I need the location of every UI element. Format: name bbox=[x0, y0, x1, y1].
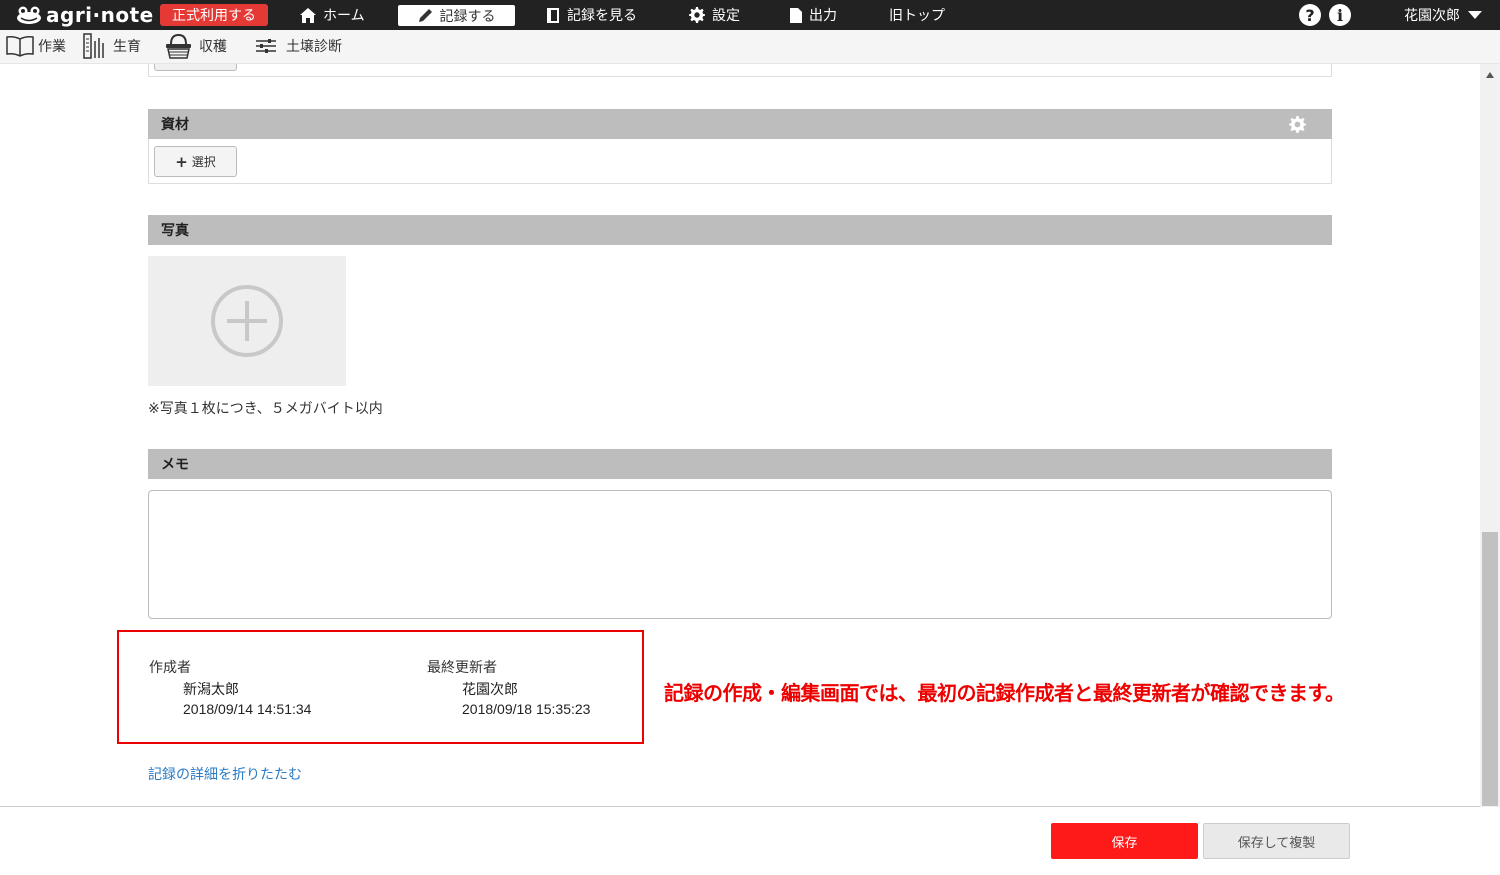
photo-section-header: 写真 bbox=[148, 215, 1332, 245]
nav-settings[interactable]: 設定 bbox=[689, 0, 740, 30]
nav-old-top-label: 旧トップ bbox=[889, 8, 945, 24]
nav-home[interactable]: ホーム bbox=[300, 0, 365, 30]
collapse-details-link[interactable]: 記録の詳細を折りたたむ bbox=[148, 764, 302, 784]
save-button[interactable]: 保存 bbox=[1051, 823, 1198, 859]
annotation-text: 記録の作成・編集画面では、最初の記録作成者と最終更新者が確認できます。 bbox=[664, 681, 1345, 705]
updater-label: 最終更新者 bbox=[427, 660, 497, 676]
gear-icon[interactable] bbox=[1289, 116, 1306, 133]
memo-textarea[interactable] bbox=[148, 490, 1332, 619]
subnav-growth-label: 生育 bbox=[113, 39, 141, 55]
previous-section-button[interactable] bbox=[154, 64, 237, 71]
materials-select-button[interactable]: + 選択 bbox=[154, 146, 237, 177]
home-icon bbox=[300, 7, 316, 23]
user-name: 花園次郎 bbox=[1404, 8, 1460, 24]
materials-section-header: 資材 bbox=[148, 109, 1332, 139]
plus-icon: + bbox=[175, 152, 188, 171]
basket-icon bbox=[166, 33, 191, 59]
creator-name: 新潟太郎 bbox=[183, 681, 239, 697]
nav-old-top[interactable]: 旧トップ bbox=[889, 0, 945, 30]
scroll-up-arrow-icon[interactable] bbox=[1486, 72, 1494, 78]
memo-title: メモ bbox=[161, 457, 189, 473]
pencil-icon bbox=[418, 9, 432, 22]
scrollbar-thumb[interactable] bbox=[1482, 532, 1498, 806]
materials-section-body bbox=[148, 139, 1332, 184]
subnav-growth[interactable]: 生育 bbox=[83, 30, 141, 62]
sub-navbar: 作業 生育 収穫 土壌診断 bbox=[0, 30, 1500, 64]
open-book-icon bbox=[6, 36, 34, 57]
nav-record-label: 記録する bbox=[439, 8, 496, 25]
logo-text: agri·note bbox=[46, 3, 154, 27]
sliders-icon bbox=[256, 39, 276, 53]
growth-bars-icon bbox=[83, 33, 104, 59]
memo-section-header: メモ bbox=[148, 449, 1332, 479]
materials-title: 資材 bbox=[161, 117, 189, 133]
frog-logo-icon bbox=[17, 6, 41, 24]
subnav-work-label: 作業 bbox=[38, 39, 66, 55]
help-icon[interactable]: ? bbox=[1299, 4, 1321, 26]
nav-output-label: 出力 bbox=[809, 8, 837, 24]
updater-name: 花園次郎 bbox=[462, 681, 518, 697]
creator-label: 作成者 bbox=[149, 660, 191, 676]
add-photo-button[interactable] bbox=[148, 256, 346, 386]
nav-record[interactable]: 記録する bbox=[398, 5, 515, 26]
gear-icon bbox=[689, 7, 705, 23]
photo-size-note: ※写真１枚につき、５メガバイト以内 bbox=[148, 401, 383, 417]
subnav-harvest-label: 収穫 bbox=[199, 39, 227, 55]
official-use-button[interactable]: 正式利用する bbox=[160, 4, 268, 26]
file-icon bbox=[790, 7, 802, 23]
save-and-copy-button[interactable]: 保存して複製 bbox=[1203, 823, 1350, 859]
subnav-harvest[interactable]: 収穫 bbox=[166, 30, 227, 62]
subnav-soil-label: 土壌診断 bbox=[286, 39, 342, 55]
subnav-soil-diagnosis[interactable]: 土壌診断 bbox=[256, 30, 342, 62]
user-menu[interactable]: 花園次郎 bbox=[1404, 0, 1482, 30]
book-icon bbox=[547, 7, 559, 23]
nav-settings-label: 設定 bbox=[712, 8, 740, 24]
nav-view-records[interactable]: 記録を見る bbox=[546, 0, 637, 30]
top-navbar: agri·note 正式利用する ホーム 記録する 記録を見る 設定 出力 旧ト bbox=[0, 0, 1500, 30]
info-icon[interactable]: i bbox=[1329, 4, 1351, 26]
logo[interactable]: agri·note bbox=[16, 0, 154, 30]
previous-section-body bbox=[148, 64, 1332, 77]
nav-output[interactable]: 出力 bbox=[790, 0, 837, 30]
add-circle-icon bbox=[211, 285, 283, 357]
materials-select-label: 選択 bbox=[191, 155, 216, 169]
subnav-work[interactable]: 作業 bbox=[6, 30, 66, 62]
created-at: 2018/09/14 14:51:34 bbox=[183, 701, 312, 717]
photo-title: 写真 bbox=[161, 223, 189, 239]
nav-view-label: 記録を見る bbox=[567, 8, 637, 24]
caret-down-icon bbox=[1468, 11, 1482, 19]
updated-at: 2018/09/18 15:35:23 bbox=[462, 701, 591, 717]
nav-home-label: ホーム bbox=[323, 8, 365, 24]
